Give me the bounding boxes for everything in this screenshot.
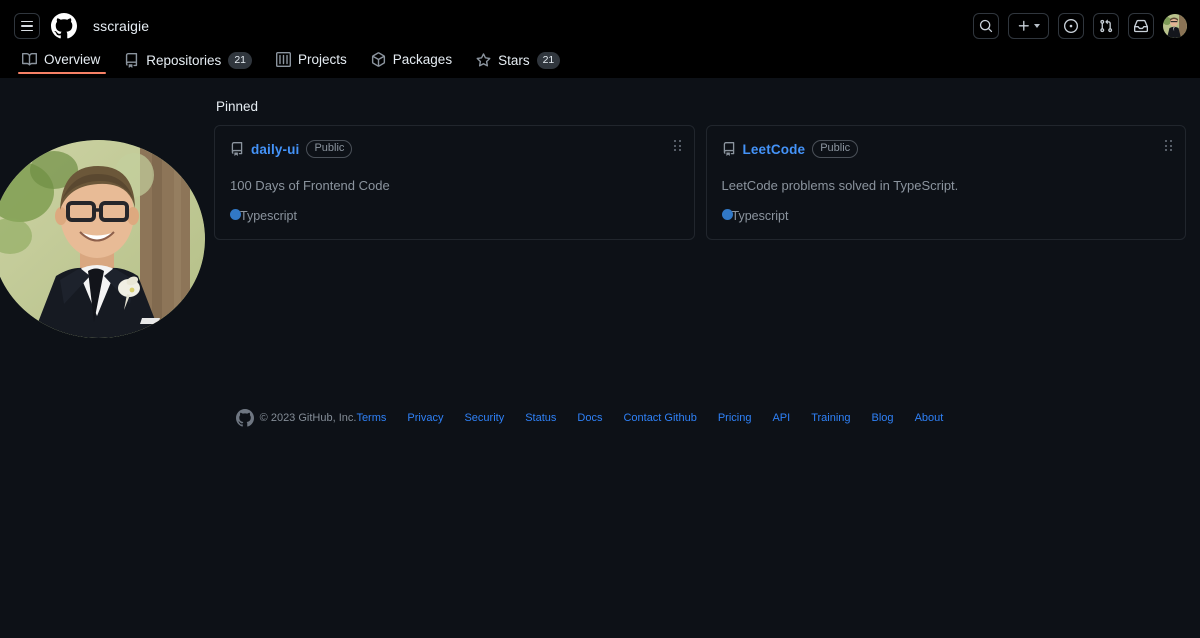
main-content: Pinned daily-ui Public 100 Days of Front… <box>0 78 1200 638</box>
footer-link-pricing[interactable]: Pricing <box>718 412 752 424</box>
repo-icon <box>722 142 736 156</box>
footer-link-api[interactable]: API <box>772 412 790 424</box>
package-icon <box>371 52 386 67</box>
pinned-repo-language: Typescript <box>721 208 1171 224</box>
repo-icon <box>230 142 244 156</box>
inbox-icon[interactable] <box>1128 13 1154 39</box>
pinned-repo-link[interactable]: daily-ui <box>251 142 299 157</box>
repo-icon <box>124 53 139 68</box>
language-label: Typescript <box>731 209 789 224</box>
profile-avatar[interactable] <box>0 140 205 338</box>
chevron-down-icon <box>1034 24 1040 28</box>
tab-stars-label: Stars <box>498 52 530 68</box>
drag-handle-icon[interactable] <box>1165 140 1172 152</box>
tab-packages-label: Packages <box>392 51 453 67</box>
profile-username[interactable]: sscraigie <box>93 18 149 34</box>
drag-handle-icon[interactable] <box>673 140 681 152</box>
language-label: Typescript <box>240 209 297 224</box>
avatar[interactable] <box>1163 14 1187 38</box>
tab-projects-label: Projects <box>298 51 347 67</box>
footer-link-contact-github[interactable]: Contact Github <box>623 412 696 424</box>
tab-stars-count: 21 <box>536 52 561 69</box>
pinned-repo-card[interactable]: LeetCode Public LeetCode problems solved… <box>705 125 1186 241</box>
header-left-group: sscraigie <box>14 13 149 39</box>
global-header: sscraigie <box>0 0 1200 52</box>
tab-repositories-count: 21 <box>228 52 252 69</box>
footer-link-status[interactable]: Status <box>525 412 556 424</box>
copyright-text: © 2023 GitHub, Inc. <box>259 412 357 424</box>
pinned-card-header: daily-ui Public <box>230 140 679 159</box>
search-icon[interactable] <box>973 13 999 39</box>
tab-overview[interactable]: Overview <box>14 52 110 74</box>
profile-nav: Overview Repositories 21 Projects Packag… <box>0 52 1200 78</box>
status-badge: Public <box>306 140 353 159</box>
tab-overview-label: Overview <box>44 51 101 67</box>
footer-link-about[interactable]: About <box>915 412 944 424</box>
star-icon <box>476 53 491 68</box>
footer-link-docs[interactable]: Docs <box>577 412 602 424</box>
language-color-dot <box>721 208 733 220</box>
pinned-repo-description: 100 Days of Frontend Code <box>230 178 390 194</box>
pinned-repo-description: LeetCode problems solved in TypeScript. <box>721 178 959 194</box>
footer-link-blog[interactable]: Blog <box>872 412 894 424</box>
pinned-repo-link[interactable]: LeetCode <box>743 142 806 157</box>
book-icon <box>22 52 37 67</box>
tab-repositories[interactable]: Repositories 21 <box>116 52 262 76</box>
pinned-repo-card[interactable]: daily-ui Public 100 Days of Frontend Cod… <box>214 125 695 241</box>
language-color-dot <box>230 208 241 220</box>
pinned-heading: Pinned <box>216 99 259 114</box>
tab-repositories-label: Repositories <box>146 52 222 68</box>
footer-link-security[interactable]: Security <box>464 412 504 424</box>
page-footer: © 2023 GitHub, Inc. Terms Privacy Securi… <box>0 409 1200 427</box>
pinned-card-header: LeetCode Public <box>722 140 1171 159</box>
header-actions <box>973 13 1187 39</box>
pinned-repo-language: Typescript <box>230 208 679 224</box>
footer-link-privacy[interactable]: Privacy <box>407 412 443 424</box>
pull-requests-icon[interactable] <box>1093 13 1119 39</box>
tab-stars[interactable]: Stars 21 <box>468 52 570 76</box>
github-logo[interactable] <box>51 13 77 39</box>
hamburger-icon[interactable] <box>14 13 40 39</box>
github-footer-logo <box>235 409 254 427</box>
footer-link-training[interactable]: Training <box>811 412 850 424</box>
tab-projects[interactable]: Projects <box>268 52 357 74</box>
table-icon <box>276 52 291 67</box>
pinned-section: Pinned daily-ui Public 100 Days of Front… <box>214 99 1186 241</box>
status-badge: Public <box>812 140 859 159</box>
footer-link-terms[interactable]: Terms <box>356 412 386 424</box>
pinned-grid: daily-ui Public 100 Days of Frontend Cod… <box>214 125 1186 241</box>
footer-links: Terms Privacy Security Status Docs Conta… <box>356 412 964 424</box>
tab-packages[interactable]: Packages <box>363 52 462 74</box>
issues-icon[interactable] <box>1058 13 1084 39</box>
create-new-icon[interactable] <box>1008 13 1049 39</box>
